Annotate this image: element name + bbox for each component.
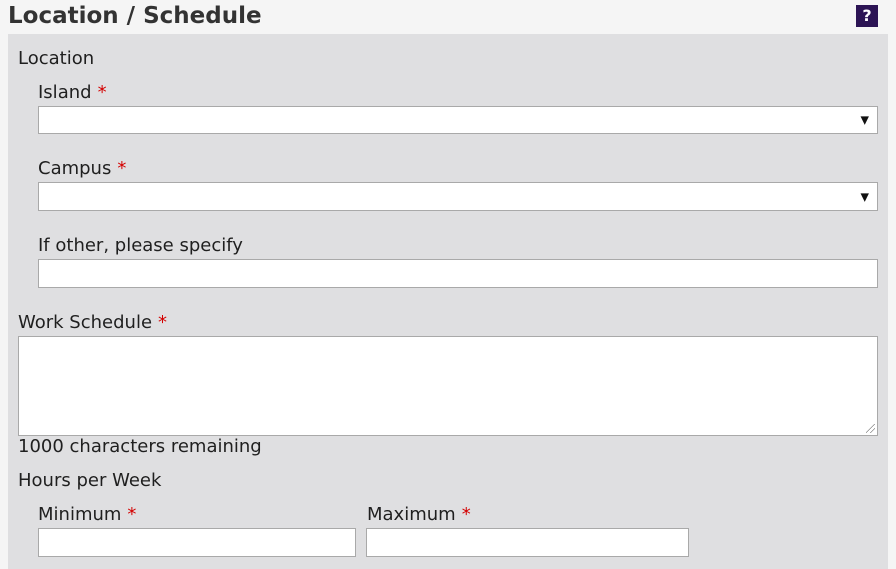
resize-grip-icon[interactable] [866,424,875,433]
campus-select[interactable]: ▼ [38,182,878,211]
chevron-down-icon: ▼ [860,113,869,127]
maximum-label-text: Maximum [367,504,456,525]
location-section-label: Location [18,48,95,69]
work-schedule-label-text: Work Schedule [18,312,153,333]
help-button[interactable]: ? [856,5,878,27]
required-asterisk: * [97,82,107,103]
other-input[interactable] [38,259,878,288]
chevron-down-icon: ▼ [860,190,869,203]
minimum-label: Minimum * [38,504,136,525]
maximum-label: Maximum * [367,504,471,525]
required-asterisk: * [117,158,127,179]
island-label: Island * [38,82,107,103]
section-header: Location / Schedule ? [0,0,896,34]
campus-label: Campus * [38,158,126,179]
minimum-label-text: Minimum [38,504,122,525]
island-select[interactable]: ▼ [38,106,878,134]
required-asterisk: * [461,504,471,525]
maximum-input[interactable] [366,528,689,557]
work-schedule-label: Work Schedule * [18,312,167,333]
required-asterisk: * [127,504,137,525]
chars-remaining: 1000 characters remaining [18,436,262,457]
minimum-input[interactable] [38,528,356,557]
campus-label-text: Campus [38,158,112,179]
work-schedule-textarea[interactable] [18,336,878,436]
page-title: Location / Schedule [8,3,262,29]
other-label: If other, please specify [38,235,243,256]
form-panel: Location Island * ▼ Campus * ▼ If other, p… [8,34,888,569]
hours-section-label: Hours per Week [18,470,162,491]
required-asterisk: * [158,312,168,333]
island-label-text: Island [38,82,92,103]
